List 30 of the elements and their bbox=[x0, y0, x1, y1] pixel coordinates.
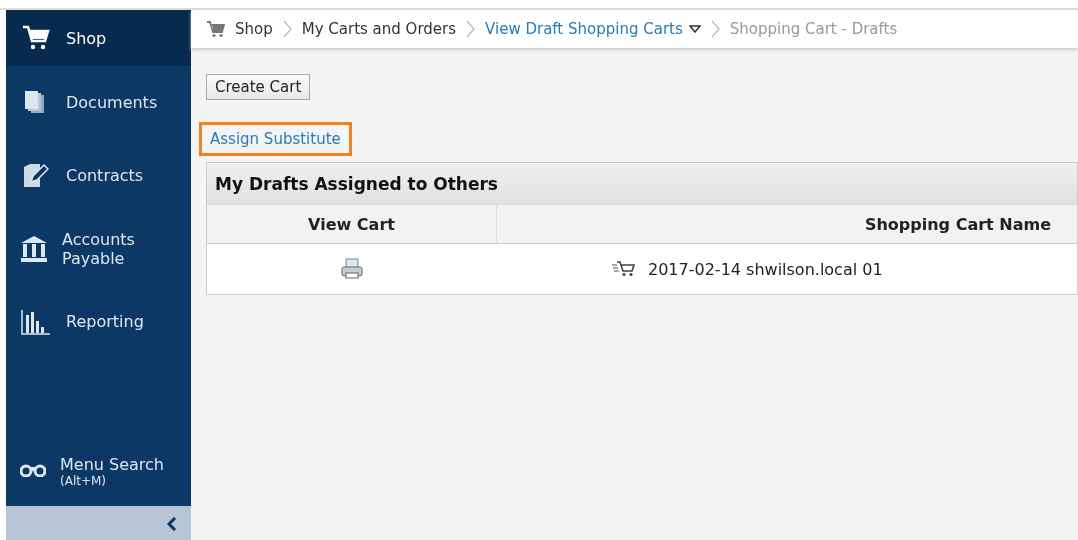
assign-substitute-link[interactable]: Assign Substitute bbox=[199, 122, 352, 156]
bar-chart-icon bbox=[21, 308, 51, 335]
binoculars-icon[interactable] bbox=[20, 462, 46, 477]
cart-name[interactable]: 2017-02-14 shwilson.local 01 bbox=[648, 259, 883, 279]
panel-title: My Drafts Assigned to Others bbox=[215, 173, 498, 194]
shortcut-hint: (Alt+M) bbox=[60, 473, 108, 488]
chevron-right-icon bbox=[466, 20, 476, 38]
sidebar-item[interactable]: Documents bbox=[6, 66, 191, 139]
column-header: View Cart bbox=[207, 204, 497, 244]
dropdown-caret-icon[interactable] bbox=[688, 25, 701, 33]
bank-icon bbox=[20, 234, 48, 263]
chevron-right-icon bbox=[282, 20, 292, 38]
collapse-chevron-icon[interactable] bbox=[167, 517, 177, 531]
cart-icon bbox=[612, 261, 636, 277]
breadcrumb-item: Shopping Cart - Drafts bbox=[729, 20, 898, 38]
sidebar-item[interactable]: Accounts Payable bbox=[6, 212, 191, 285]
printer-icon[interactable] bbox=[340, 258, 364, 280]
contract-pencil-icon bbox=[23, 162, 49, 189]
column-header: Shopping Cart Name bbox=[497, 204, 1077, 244]
sidebar-item[interactable]: Contracts bbox=[6, 139, 191, 212]
cart-icon bbox=[207, 20, 225, 38]
chevron-right-icon bbox=[710, 20, 720, 38]
create-cart-button[interactable]: Create Cart bbox=[206, 74, 311, 100]
breadcrumb-item[interactable]: View Draft Shopping Carts bbox=[485, 20, 701, 38]
menu-search-label[interactable]: Menu Search bbox=[60, 454, 164, 474]
cart-icon bbox=[22, 25, 50, 51]
sidebar-item[interactable]: Shop bbox=[6, 10, 191, 66]
sidebar-item[interactable]: Reporting bbox=[6, 285, 191, 358]
breadcrumb-item[interactable]: Shop bbox=[235, 20, 273, 38]
breadcrumb-item[interactable]: My Carts and Orders bbox=[301, 20, 457, 38]
